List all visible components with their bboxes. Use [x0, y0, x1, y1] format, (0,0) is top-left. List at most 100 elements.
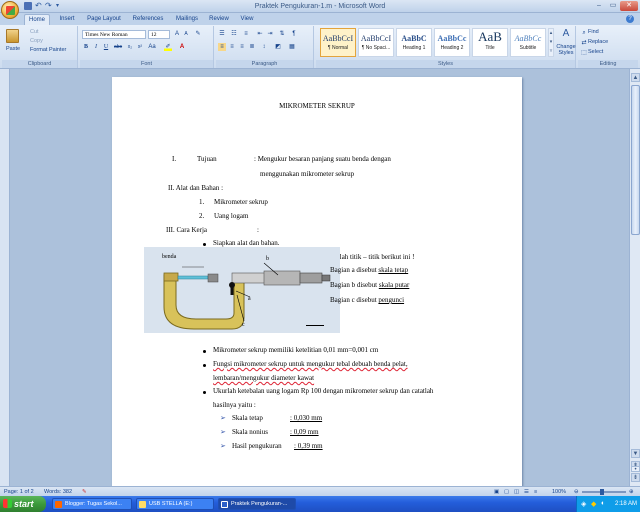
- redo-icon[interactable]: ↷: [45, 2, 53, 10]
- font-color-icon[interactable]: A: [178, 43, 186, 51]
- zoom-slider[interactable]: [582, 491, 626, 493]
- paste-icon[interactable]: [6, 29, 19, 43]
- help-icon[interactable]: ?: [626, 15, 634, 23]
- tab-references[interactable]: References: [128, 14, 168, 25]
- tab-home[interactable]: Home: [24, 14, 50, 25]
- maximize-button[interactable]: ▭: [606, 1, 620, 11]
- styles-label: Styles: [316, 60, 575, 68]
- style-title[interactable]: AaB Title: [472, 28, 508, 57]
- section3-heading: III. Cara Kerja: [166, 226, 208, 234]
- office-button[interactable]: [1, 1, 19, 19]
- customize-qat-icon[interactable]: ▾: [56, 2, 64, 10]
- line-spacing-icon[interactable]: ↕: [260, 43, 268, 51]
- decrease-indent-icon[interactable]: ⇤: [256, 30, 264, 38]
- tray-volume-icon[interactable]: ◐: [601, 500, 605, 507]
- italic-button[interactable]: I: [92, 43, 100, 51]
- change-styles-icon[interactable]: A: [560, 28, 572, 40]
- superscript-icon[interactable]: x²: [136, 43, 144, 51]
- vertical-ruler: [0, 69, 10, 486]
- style-no-spacing[interactable]: AaBbCcI ¶ No Spaci...: [358, 28, 394, 57]
- align-left-icon[interactable]: ≡: [218, 43, 226, 51]
- style-name: Title: [485, 45, 495, 51]
- show-marks-icon[interactable]: ¶: [290, 30, 298, 38]
- save-icon[interactable]: [24, 2, 32, 10]
- vertical-scrollbar[interactable]: ▲ ▼ ⇞ • ⇟: [629, 69, 640, 486]
- cut-button[interactable]: Cut: [30, 29, 39, 35]
- start-button[interactable]: start: [0, 496, 46, 512]
- grow-font-button[interactable]: A: [173, 30, 181, 38]
- change-styles-button[interactable]: Change Styles: [555, 44, 577, 56]
- status-bar: Page: 1 of 2 Words: 382 ✎ ▣ ▢ ◫ ☰ ≡ 100%…: [0, 486, 640, 496]
- section1-number: I.: [172, 155, 177, 163]
- subscript-icon[interactable]: x₂: [126, 43, 134, 51]
- strikethrough-icon[interactable]: abc: [114, 43, 122, 51]
- shading-icon[interactable]: ◩: [274, 43, 282, 51]
- scroll-up-icon[interactable]: ▲: [631, 73, 640, 82]
- style-subtitle[interactable]: AaBbCc Subtitle: [510, 28, 546, 57]
- office-logo-icon: [6, 6, 15, 15]
- taskbar-item-usb[interactable]: USB STELLA (E:): [136, 498, 214, 510]
- copy-button[interactable]: Copy: [30, 38, 43, 44]
- tab-mailings[interactable]: Mailings: [172, 14, 202, 25]
- document-page[interactable]: MIKROMETER SEKRUP I. Tujuan : Mengukur b…: [112, 77, 522, 486]
- tray-network-icon[interactable]: ◈: [581, 500, 586, 508]
- arrow-bullet-icon: ➢: [220, 442, 226, 450]
- align-right-icon[interactable]: ≡: [238, 43, 246, 51]
- style-sample: AaBbCcI: [322, 34, 354, 43]
- underline-button[interactable]: U: [102, 43, 110, 51]
- format-painter-button[interactable]: Format Painter: [30, 47, 66, 53]
- ribbon-tabs: Home Insert Page Layout References Maili…: [0, 13, 640, 25]
- numbering-icon[interactable]: ☷: [230, 30, 238, 38]
- scroll-down-icon[interactable]: ▼: [631, 449, 640, 458]
- replace-button[interactable]: Replace: [588, 39, 608, 45]
- style-normal[interactable]: AaBbCcI ¶ Normal: [320, 28, 356, 57]
- shrink-font-button[interactable]: A: [182, 30, 190, 38]
- bullet-icon: [203, 391, 206, 394]
- select-browse-icon[interactable]: •: [631, 466, 640, 473]
- tab-view[interactable]: View: [236, 14, 258, 25]
- highlight-icon[interactable]: ✐: [164, 43, 172, 51]
- taskbar-item-blogger[interactable]: Blogger: Tugas Sekol...: [52, 498, 132, 510]
- bullets-icon[interactable]: ☰: [218, 30, 226, 38]
- styles-scroll-icon[interactable]: ▴ ▾ ▿: [548, 28, 554, 57]
- part-a-prefix: Bagian a disebut: [330, 266, 377, 274]
- editing-label: Editing: [578, 60, 638, 68]
- style-heading-2[interactable]: AaBbCc Heading 2: [434, 28, 470, 57]
- taskbar-item-word[interactable]: Praktek Pengukuran-...: [218, 498, 296, 510]
- paragraph-group: ☰ ☷ ≡ ⇤ ⇥ ⇅ ¶ ≡ ≡ ≡ ≣ ↕ ◩ ▦ Paragraph: [216, 26, 314, 68]
- font-size-combo[interactable]: 12: [148, 30, 170, 39]
- sort-icon[interactable]: ⇅: [278, 30, 286, 38]
- minimize-button[interactable]: –: [592, 1, 606, 11]
- select-icon: ⬚: [581, 50, 587, 56]
- increase-indent-icon[interactable]: ⇥: [266, 30, 274, 38]
- zoom-slider-knob[interactable]: [600, 489, 604, 495]
- bullet-icon: [203, 364, 206, 367]
- next-page-icon[interactable]: ⇟: [631, 473, 640, 482]
- borders-icon[interactable]: ▦: [288, 43, 296, 51]
- paste-button[interactable]: Paste: [6, 46, 20, 52]
- taskbar-clock[interactable]: 2:18 AM: [615, 496, 637, 512]
- clear-format-icon[interactable]: ✎: [194, 30, 202, 38]
- multilevel-icon[interactable]: ≡: [242, 30, 250, 38]
- tab-insert[interactable]: Insert: [54, 14, 80, 25]
- select-button[interactable]: Select: [588, 49, 603, 55]
- clipboard-label: Clipboard: [2, 60, 77, 68]
- undo-icon[interactable]: ↶: [35, 2, 43, 10]
- windows-logo-icon: [3, 499, 12, 508]
- style-heading-1[interactable]: AaBbC Heading 1: [396, 28, 432, 57]
- style-sample: AaBbCc: [514, 34, 542, 43]
- justify-icon[interactable]: ≣: [248, 43, 256, 51]
- change-case-icon[interactable]: Aa: [148, 43, 156, 51]
- find-button[interactable]: Find: [588, 29, 599, 35]
- tab-review[interactable]: Review: [206, 14, 232, 25]
- tray-security-icon[interactable]: ◆: [591, 500, 596, 508]
- scroll-thumb[interactable]: [631, 85, 640, 235]
- close-button[interactable]: ✕: [620, 1, 638, 11]
- ribbon: Paste Cut Copy Format Painter Clipboard …: [0, 25, 640, 69]
- align-center-icon[interactable]: ≡: [228, 43, 236, 51]
- style-sample: AaBbCc: [437, 34, 467, 43]
- tab-page-layout[interactable]: Page Layout: [84, 14, 124, 25]
- label-c: c: [242, 322, 245, 328]
- bold-button[interactable]: B: [82, 43, 90, 51]
- font-name-combo[interactable]: Times New Roman: [82, 30, 146, 39]
